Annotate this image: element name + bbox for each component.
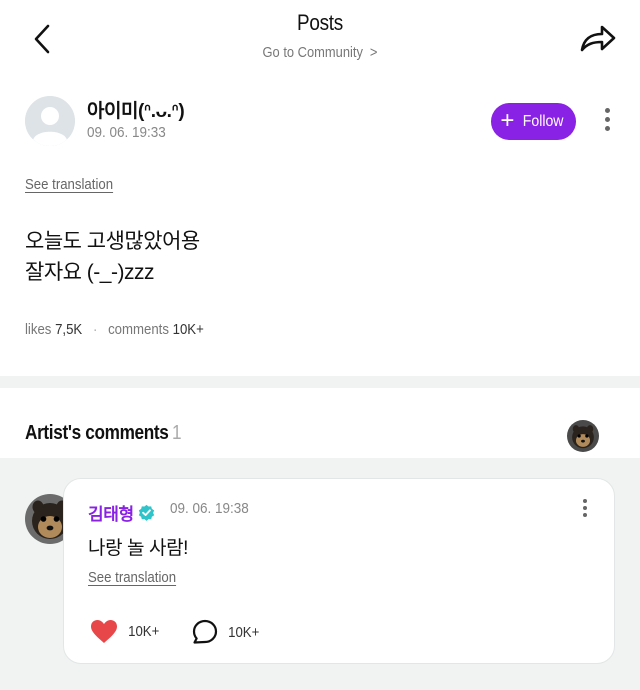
more-vertical-icon [578,499,592,517]
comment-reply-count: 10K+ [228,623,260,641]
artist-comments-header[interactable]: Artist's comments 1 [0,388,640,458]
dog-avatar-icon [567,420,599,452]
chevron-right-icon: > [369,44,378,61]
author-name[interactable]: 아이미(ᐢ.ᴗ.ᐢ) [87,96,185,123]
share-button[interactable] [578,22,618,56]
post-text-line: 잘자요 (-_-)zzz [25,261,154,284]
comments-label[interactable]: comments [108,321,169,338]
post-text-line: 오늘도 고생많았어용 [25,230,200,253]
comments-count[interactable]: 10K+ [173,321,204,338]
plus-icon: + [500,106,515,134]
commenter-name-row[interactable]: 김태형 [88,500,155,525]
comment-reply-button[interactable]: 10K+ [192,619,261,645]
verified-badge-icon [138,504,154,521]
author-avatar[interactable] [25,96,75,146]
likes-count: 7,5K [55,321,83,338]
more-vertical-icon [599,108,615,131]
see-translation-link[interactable]: See translation [25,176,113,193]
artist-avatar-small[interactable] [567,420,599,452]
likes-label: likes [25,321,52,338]
heart-icon [91,620,117,643]
post-content: 오늘도 고생많았어용 잘자요 (-_-)zzz [25,226,200,288]
top-bar: Posts Go to Community > [0,0,640,78]
stats-separator: · [92,321,98,338]
comment-see-translation-link[interactable]: See translation [88,569,176,586]
post-stats: likes 7,5K · comments 10K+ [25,321,204,338]
artist-comment-section: 김태형 09. 06. 19:38 나랑 놀 사람! See translati… [0,458,640,690]
section-divider [0,376,640,388]
default-avatar-icon [25,96,75,146]
go-to-community-link[interactable]: Go to Community > [45,44,595,61]
artist-comments-title: Artist's comments 1 [25,422,182,445]
comment-text: 나랑 놀 사람! [88,538,189,559]
go-to-community-label: Go to Community [262,44,363,61]
comment-like-count: 10K+ [128,623,160,640]
comment-timestamp: 09. 06. 19:38 [170,500,249,517]
comment-card: 김태형 09. 06. 19:38 나랑 놀 사람! See translati… [63,478,615,664]
artist-comments-label: Artist's comments [25,422,169,444]
commenter-name: 김태형 [88,505,134,524]
post-more-button[interactable] [599,108,615,136]
follow-label: Follow [523,112,564,130]
post-author-row: 아이미(ᐢ.ᴗ.ᐢ) 09. 06. 19:33 + Follow [25,96,615,148]
comment-more-button[interactable] [578,499,592,523]
follow-button[interactable]: + Follow [491,103,576,140]
comment-bubble-icon [192,619,218,644]
post-timestamp: 09. 06. 19:33 [87,124,166,141]
share-icon [580,25,616,52]
artist-comments-count: 1 [171,422,182,444]
page-title: Posts [296,10,344,35]
comment-like-button[interactable]: 10K+ [90,619,161,644]
